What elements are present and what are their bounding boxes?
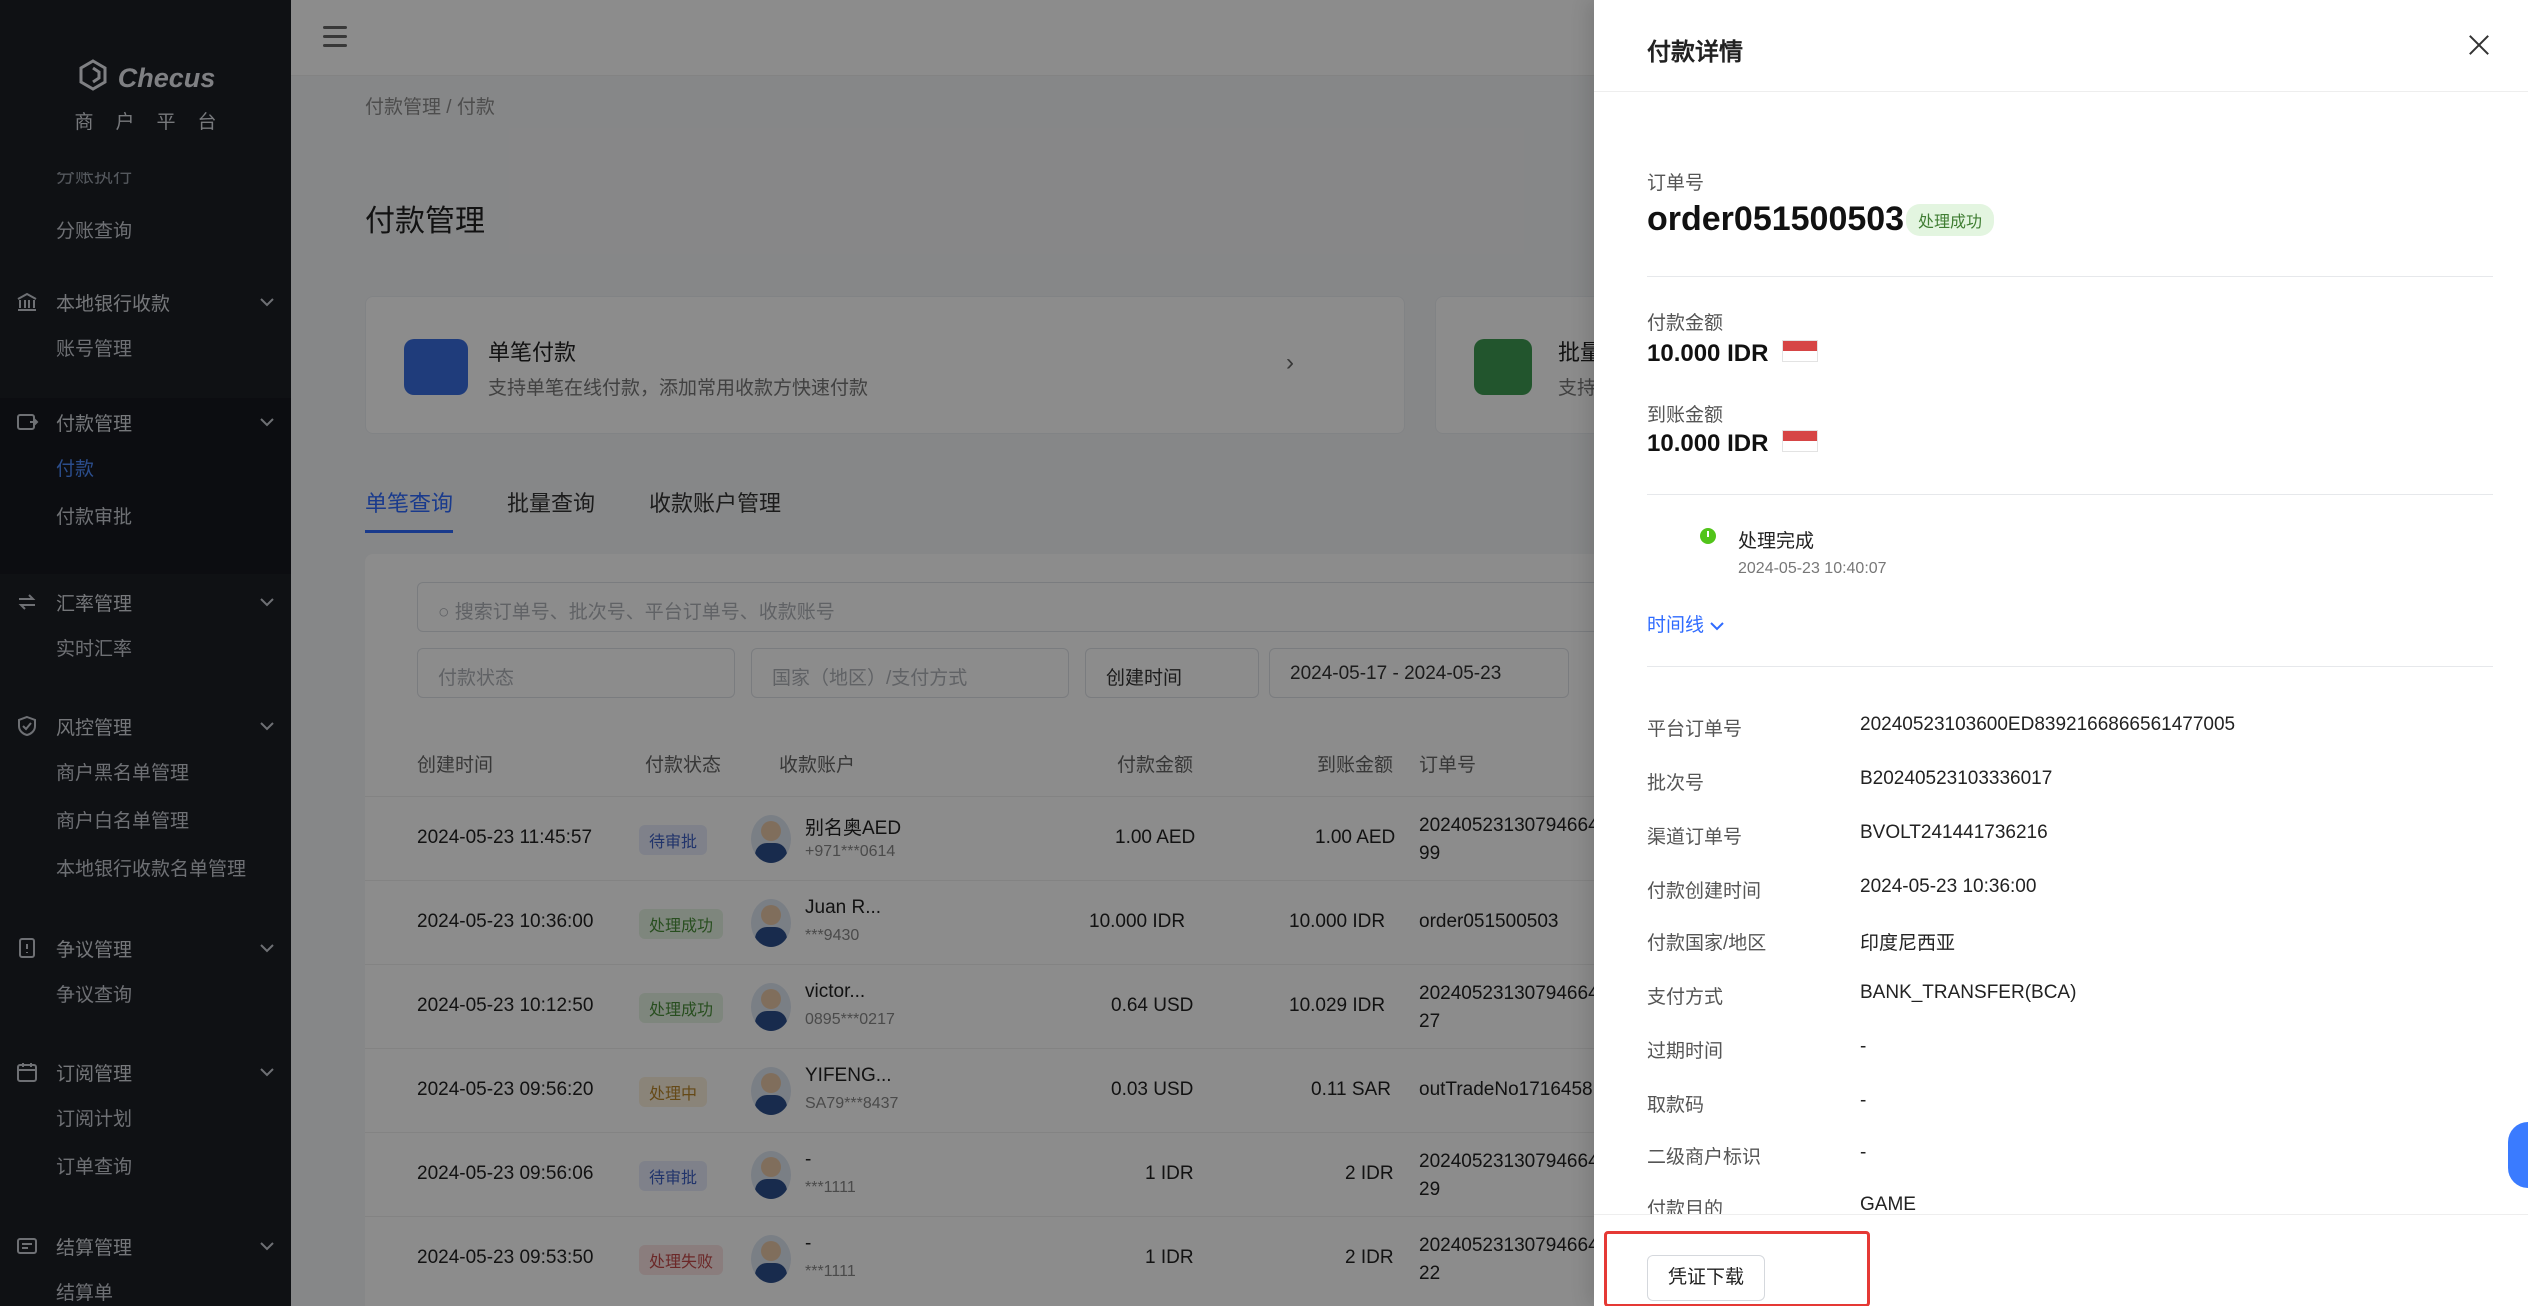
floating-help-button[interactable] [2508, 1122, 2528, 1188]
pay-amount: 10.000 IDR [1647, 340, 1769, 367]
status-badge: 处理成功 [1906, 204, 1995, 236]
recv-amount: 10.000 IDR [1647, 430, 1769, 457]
drawer-title: 付款详情 [1647, 39, 1743, 66]
detail-key: 平台订单号 [1647, 719, 1743, 740]
detail-value: B20240523103336017 [1860, 768, 2053, 789]
close-icon[interactable] [2464, 30, 2494, 60]
clock-icon [1700, 528, 1716, 544]
detail-value: 2024-05-23 10:36:00 [1860, 876, 2037, 897]
order-number: order051500503 [1647, 200, 1905, 238]
timeline-toggle[interactable]: 时间线 [1647, 610, 1725, 637]
detail-value: 印度尼西亚 [1860, 933, 1956, 954]
detail-key: 批次号 [1647, 773, 1705, 794]
payment-detail-drawer: 付款详情 订单号 order051500503 处理成功 付款金额 10.000… [1594, 0, 2528, 1306]
drawer-footer: 凭证下载 [1594, 1214, 2528, 1306]
indonesia-flag-icon [1782, 430, 1818, 452]
divider [1647, 494, 2493, 495]
detail-value: - [1860, 1142, 1867, 1163]
detail-value: BVOLT241441736216 [1860, 822, 2048, 843]
download-voucher-button[interactable]: 凭证下载 [1647, 1255, 1765, 1301]
order-label: 订单号 [1647, 173, 1705, 194]
modal-overlay[interactable] [0, 0, 1594, 1306]
detail-key: 渠道订单号 [1647, 827, 1743, 848]
detail-value: - [1860, 1090, 1867, 1111]
detail-value: BANK_TRANSFER(BCA) [1860, 982, 2077, 1003]
divider [1647, 276, 2493, 277]
detail-key: 付款国家/地区 [1647, 933, 1767, 954]
detail-value: 20240523103600ED8392166866561477005 [1860, 714, 2236, 735]
detail-value: - [1860, 1036, 1867, 1057]
timeline-link-text: 时间线 [1647, 615, 1705, 636]
indonesia-flag-icon [1782, 340, 1818, 362]
recv-amount-label: 到账金额 [1647, 405, 1724, 426]
pay-amount-label: 付款金额 [1647, 313, 1724, 334]
timeline-status: 处理完成 [1738, 531, 1815, 552]
timeline-time: 2024-05-23 10:40:07 [1738, 560, 1887, 577]
detail-value: GAME [1860, 1194, 1916, 1215]
divider [1647, 666, 2493, 667]
detail-key: 过期时间 [1647, 1041, 1724, 1062]
detail-key: 付款创建时间 [1647, 881, 1762, 902]
detail-key: 二级商户标识 [1647, 1147, 1762, 1168]
drawer-header: 付款详情 [1594, 0, 2528, 92]
detail-key: 取款码 [1647, 1095, 1705, 1116]
chevron-down-icon [1709, 615, 1725, 636]
detail-key: 支付方式 [1647, 987, 1724, 1008]
